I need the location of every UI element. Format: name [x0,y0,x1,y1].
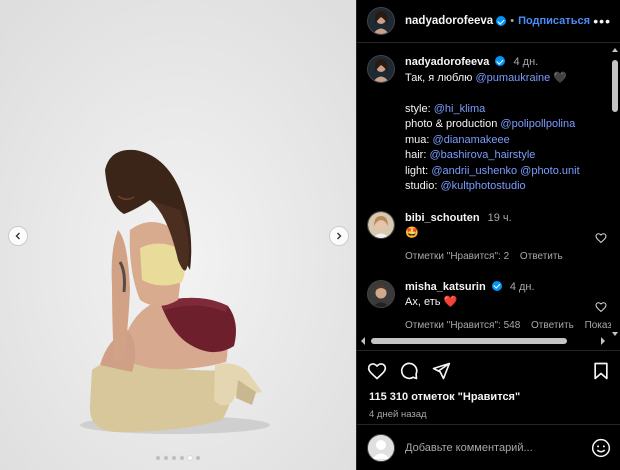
caption-body: nadyadorofeeva 4 дн. Так, я люблю @pumau… [405,55,580,195]
comment-time[interactable]: 4 дн. [510,281,535,293]
credit-label: studio: [405,180,438,192]
scroll-right-arrow-icon[interactable] [599,336,607,346]
post-actions: 115 310 отметок "Нравится" 4 дней назад [357,350,620,420]
emoji-smiley-icon[interactable] [591,438,611,458]
mention-link[interactable]: @polipollpolina [500,118,575,130]
comment-likes[interactable]: Отметки "Нравится": 2 [405,251,509,262]
mention-link[interactable]: @bashirova_hairstyle [429,149,535,161]
show-translation-button[interactable]: Показать [585,320,611,331]
photo-image [0,0,356,470]
scroll-up-arrow-icon[interactable] [611,46,619,54]
verified-badge-icon [495,56,506,66]
avatar[interactable] [367,7,395,35]
reply-button[interactable]: Ответить [531,320,574,331]
share-send-icon[interactable] [431,361,451,381]
comments-horizontal-scrollbar[interactable] [357,336,620,346]
carousel-dot [164,456,168,460]
heart-outline-icon[interactable] [595,301,607,313]
scroll-left-arrow-icon[interactable] [359,336,367,346]
mention-link[interactable]: @photo.unit [520,165,580,177]
scrollbar-thumb[interactable] [371,338,567,344]
post-side-panel: nadyadorofeeva • Подписаться ••• nadyado… [356,0,620,470]
mention-link[interactable]: @pumaukraine [476,72,551,84]
carousel-dot [180,456,184,460]
scrollbar-thumb[interactable] [612,60,618,112]
carousel-indicator [0,456,356,460]
comments-list: nadyadorofeeva 4 дн. Так, я люблю @pumau… [357,43,611,339]
separator-dot: • [510,15,515,27]
caption-text: Так, я люблю [405,71,473,84]
red-heart-emoji: ❤️ [443,295,458,308]
add-comment-bar: Добавьте комментарий... [357,424,620,470]
chevron-left-icon [15,232,20,240]
follow-button[interactable]: Подписаться [518,15,590,27]
likes-count[interactable]: 115 310 отметок "Нравится" [357,383,620,403]
caption-username[interactable]: nadyadorofeeva [405,56,489,68]
comment-username[interactable]: misha_katsurin [405,281,486,293]
comment-username[interactable]: bibi_schouten [405,212,480,224]
carousel-dot [196,456,200,460]
more-options-icon[interactable]: ••• [593,13,611,29]
bookmark-icon[interactable] [591,361,611,381]
avatar [367,433,395,462]
carousel-dot [156,456,160,460]
carousel-next-button[interactable] [329,226,349,246]
comment-time[interactable]: 19 ч. [488,212,512,224]
post-author-username[interactable]: nadyadorofeeva [405,15,493,27]
comments-vertical-scrollbar[interactable] [611,46,619,338]
mention-link[interactable]: @andrii_ushenko [431,165,517,177]
credit-label: style: [405,102,431,115]
comment-text: Ах, еть [405,295,441,308]
comment-bubble-icon[interactable] [399,361,419,381]
verified-badge-icon [491,280,502,291]
post-date[interactable]: 4 дней назад [357,403,620,420]
like-heart-icon[interactable] [367,361,387,381]
credit-label: hair: [405,149,427,161]
verified-badge-icon [496,16,507,26]
mention-link[interactable]: @kultphotostudio [440,180,525,192]
reply-button[interactable]: Ответить [520,251,563,262]
credit-label: photo & production [405,118,498,130]
black-heart-emoji: 🖤 [553,71,568,84]
comment-item: misha_katsurin 4 дн. Ах, еть ❤️ Отметки … [357,279,611,333]
carousel-dot [172,456,176,460]
carousel-dot [188,456,192,460]
mention-link[interactable]: @hi_klima [434,103,486,115]
post-header: nadyadorofeeva • Подписаться ••• [357,0,620,43]
post-photo[interactable] [0,0,356,470]
mention-link[interactable]: @dianamakeee [433,134,510,146]
comment-text: 🤩 [405,226,419,239]
comment-likes[interactable]: Отметки "Нравится": 548 [405,320,520,331]
carousel-prev-button[interactable] [8,226,28,246]
caption-time[interactable]: 4 дн. [514,56,539,68]
avatar[interactable] [367,55,395,83]
credit-label: light: [405,164,429,177]
chevron-right-icon [337,232,342,240]
caption: nadyadorofeeva 4 дн. Так, я люблю @pumau… [357,43,611,195]
avatar[interactable] [367,279,395,308]
post-dialog: nadyadorofeeva • Подписаться ••• nadyado… [0,0,620,470]
comment-item: bibi_schouten 19 ч. 🤩 Отметки "Нравится"… [357,210,611,264]
avatar[interactable] [367,210,395,239]
add-comment-input[interactable]: Добавьте комментарий... [405,442,533,454]
heart-outline-icon[interactable] [595,232,607,244]
credit-label: mua: [405,133,430,146]
